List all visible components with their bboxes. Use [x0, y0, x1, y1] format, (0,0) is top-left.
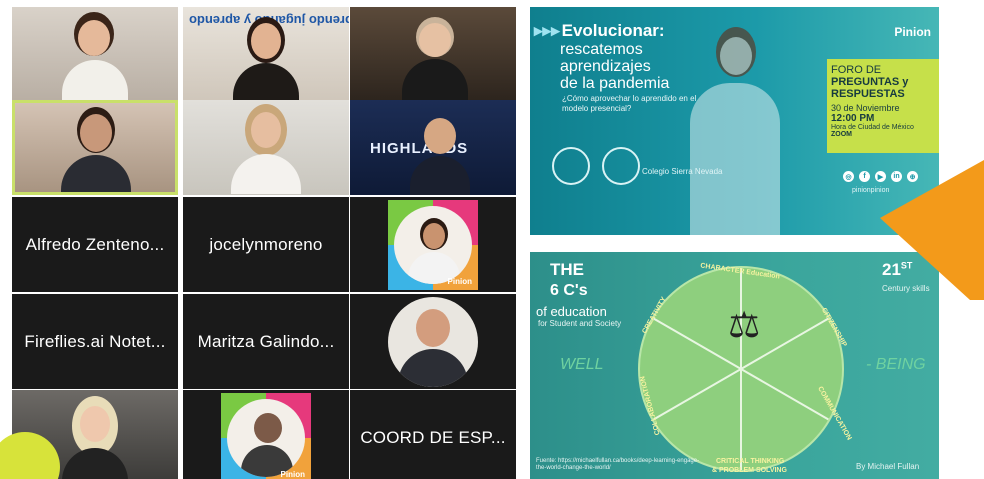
participant-video [231, 104, 301, 194]
participant-name-tile[interactable]: Fireflies.ai Notet... [12, 294, 178, 389]
slide-title: ▸▸▸ Evolucionar: [534, 21, 665, 41]
being-label: - BEING [866, 356, 926, 373]
forum-date: 30 de Noviembre [831, 103, 900, 113]
participant-video-tile-active[interactable] [12, 100, 178, 195]
web-icon: ⊕ [907, 171, 918, 182]
event-poster-slide: ▸▸▸ Evolucionar: rescatemos aprendizajes … [530, 7, 939, 235]
facebook-icon: f [859, 171, 870, 182]
participant-name-tile[interactable]: Maritza Galindo... [183, 294, 349, 389]
participant-name: Maritza Galindo... [197, 331, 335, 351]
author-credit: By Michael Fullan [856, 462, 920, 471]
slide-title-the: THE [550, 260, 584, 279]
century-heading: 21ST [882, 260, 912, 280]
brand-label: Pinion [894, 25, 931, 39]
forum-platform: ZOOM [831, 131, 852, 138]
participant-video-tile[interactable] [12, 7, 178, 102]
slide-question: ¿Cómo aprovechar lo aprendido en el mode… [562, 94, 697, 113]
arrows-icon: ▸▸▸ [534, 21, 560, 40]
participant-name: jocelynmoreno [209, 234, 323, 254]
pinion-tag: Pinion [280, 469, 305, 479]
six-cs-wheel: ⚖ [638, 266, 844, 472]
social-handle: pinionpinion [852, 187, 890, 194]
zoom-gallery: Aprendo jugando y aprendo HIGHLANDS [0, 0, 516, 479]
participant-name-tile[interactable]: jocelynmoreno [183, 197, 349, 292]
instagram-icon: ◎ [843, 171, 854, 182]
avatar [388, 296, 478, 387]
participant-video-tile[interactable]: Aprendo jugando y aprendo [183, 7, 349, 102]
source-citation: Fuente: https://michaelfullan.ca/books/d… [536, 458, 700, 471]
pinion-tag: Pinion [447, 276, 472, 286]
school-logo-icon [552, 147, 590, 185]
participant-name-tile[interactable]: Alfredo Zenteno... [12, 197, 178, 292]
highlands-logo-icon [602, 147, 640, 185]
participant-video [61, 107, 131, 192]
participant-avatar-tile[interactable]: Pinion [350, 197, 516, 292]
participant-video [402, 17, 468, 102]
participant-name: Fireflies.ai Notet... [24, 331, 166, 351]
participant-video-tile[interactable] [183, 100, 349, 195]
participant-video-tile[interactable] [350, 7, 516, 102]
sierra-nevada-logo-text: Colegio Sierra Nevada [642, 167, 723, 176]
participant-video [60, 396, 130, 479]
slide-subtitle-line: de la pandemia [560, 75, 670, 92]
teacher-image [690, 27, 780, 235]
c-label-critical: CRITICAL THINKING [716, 458, 785, 465]
social-icons: ◎ f ▶ in ⊕ [843, 171, 918, 182]
participant-video [62, 12, 128, 102]
century-skills-label: Century skills [882, 284, 930, 293]
participant-name-tile[interactable]: COORD DE ESP... [350, 390, 516, 479]
century-suffix: ST [900, 260, 913, 271]
avatar: Pinion [388, 199, 478, 290]
slide-title-6cs: 6 C's [550, 282, 588, 299]
slide-title-of-education: of education [536, 304, 607, 319]
participant-avatar-tile[interactable]: Pinion [183, 390, 349, 479]
forum-line: FORO DE [831, 64, 882, 76]
forum-timezone: Hora de Ciudad de México [831, 124, 914, 131]
c-label-problem: & PROBLEM SOLVING [712, 467, 787, 474]
participant-video-tile[interactable]: HIGHLANDS [350, 100, 516, 195]
slide-title-text: Evolucionar: [561, 21, 665, 40]
six-cs-slide: THE 6 C's of education for Student and S… [530, 252, 939, 479]
forum-title: PREGUNTAS y RESPUESTAS [831, 76, 909, 100]
linkedin-icon: in [891, 171, 902, 182]
well-label: WELL [560, 356, 604, 373]
participant-video [233, 17, 299, 102]
participant-name: COORD DE ESP... [360, 427, 506, 447]
century-number: 21 [882, 260, 901, 279]
forum-time: 12:00 PM [831, 113, 875, 124]
slide-subtitle: for Student and Society [538, 319, 622, 328]
participant-video [410, 118, 470, 195]
justice-scale-icon: ⚖ [728, 304, 761, 345]
avatar: Pinion [221, 392, 311, 479]
slide-subtitle-line: rescatemos [560, 41, 643, 58]
forum-info-box: FORO DE PREGUNTAS y RESPUESTAS 30 de Nov… [827, 59, 939, 153]
youtube-icon: ▶ [875, 171, 886, 182]
participant-avatar-tile[interactable] [350, 294, 516, 389]
participant-name: Alfredo Zenteno... [25, 234, 165, 254]
slide-subtitle-line: aprendizajes [560, 58, 651, 75]
